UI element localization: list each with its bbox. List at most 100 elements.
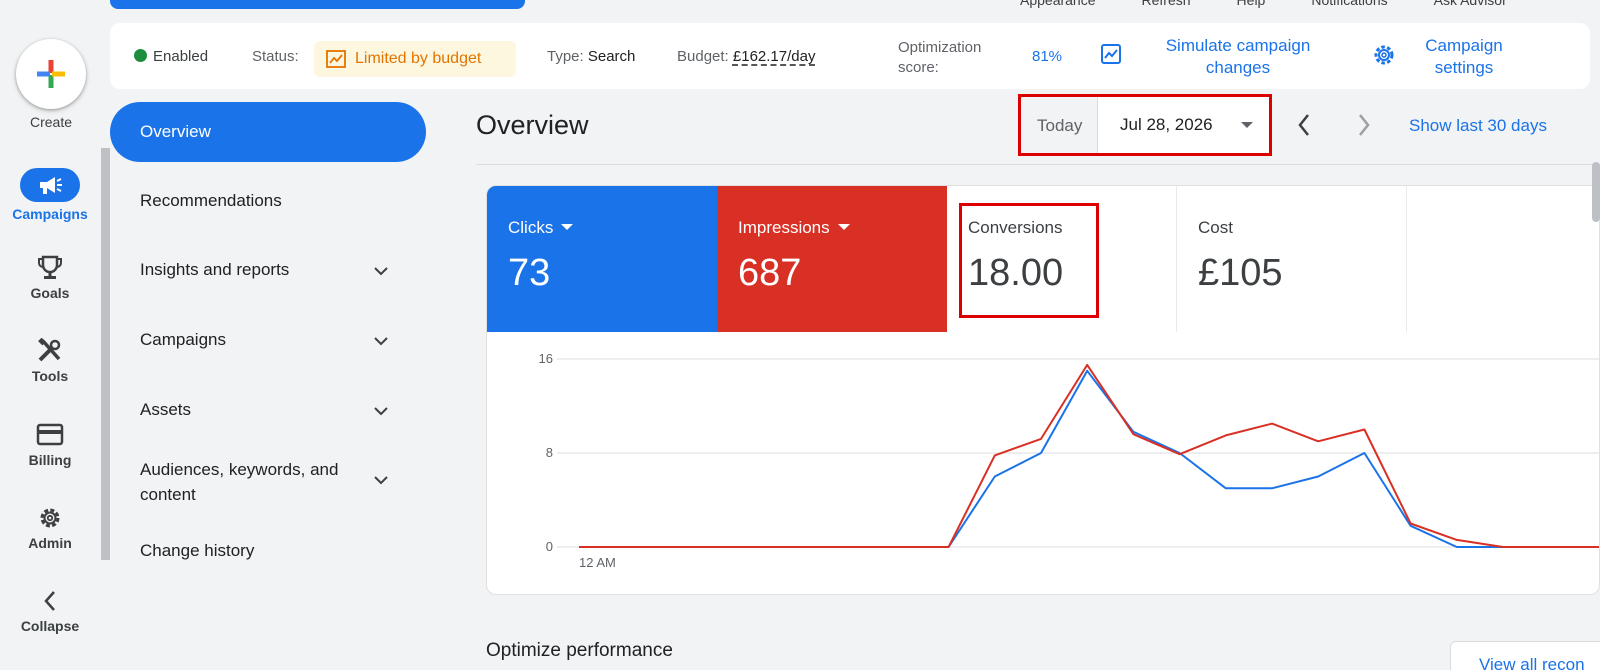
optimization-score-value[interactable]: 81%: [1032, 48, 1062, 65]
campaign-settings-link[interactable]: Campaign settings: [1414, 35, 1514, 79]
top-menu-appearance[interactable]: Appearance: [1020, 0, 1096, 8]
clicks-metric-tile[interactable]: Clicks 73: [487, 186, 717, 332]
top-menu: Appearance Refresh Help Notifications As…: [1020, 0, 1507, 8]
optimize-performance-heading: Optimize performance: [486, 640, 673, 661]
rail-campaigns-label: Campaigns: [12, 206, 88, 222]
show-last-30-days-link[interactable]: Show last 30 days: [1409, 116, 1547, 136]
conversions-highlight-box: [959, 203, 1099, 318]
settings-gear-icon: [1372, 43, 1396, 71]
rail-campaigns[interactable]: Campaigns: [0, 168, 100, 222]
enabled-label: Enabled: [153, 48, 209, 65]
budget-label: Budget:: [677, 48, 729, 65]
nav-insights-label: Insights and reports: [140, 260, 290, 279]
top-menu-refresh[interactable]: Refresh: [1142, 0, 1191, 8]
main-scrollbar[interactable]: [1592, 162, 1600, 222]
rail-goals[interactable]: Goals: [0, 255, 100, 301]
rail-scrollbar[interactable]: [101, 148, 110, 560]
settings-line1: Campaign: [1425, 36, 1503, 55]
nav-recommendations[interactable]: Recommendations: [110, 191, 426, 211]
limited-by-budget-label: Limited by budget: [355, 50, 482, 67]
create-label: Create: [29, 114, 73, 130]
dropdown-caret-icon: [1241, 122, 1253, 128]
limited-by-budget-badge[interactable]: Limited by budget: [314, 41, 516, 77]
rail-admin[interactable]: Admin: [0, 505, 100, 551]
type-value: Search: [587, 48, 636, 65]
opt-label-line1: Optimization: [898, 39, 982, 56]
type-field: Type: Search: [547, 48, 635, 65]
optimization-score-label: Optimization score:: [898, 38, 981, 78]
nav-insights-and-reports[interactable]: Insights and reports: [110, 260, 426, 280]
date-range-selector: Today Jul 28, 2026: [1018, 94, 1272, 156]
chevron-down-icon: [374, 337, 388, 346]
nav-campaigns[interactable]: Campaigns: [110, 330, 426, 350]
rail-tools[interactable]: Tools: [0, 338, 100, 384]
trend-chart-icon: [326, 50, 346, 68]
gear-icon: [40, 508, 60, 528]
simulate-icon: [1100, 43, 1122, 69]
view-all-recommendations-button[interactable]: View all recon: [1450, 641, 1600, 670]
rail-tools-label: Tools: [31, 368, 69, 384]
nav-audiences-keywords-content[interactable]: Audiences, keywords, and content: [110, 457, 426, 507]
rail-collapse-label: Collapse: [20, 618, 80, 634]
impressions-metric-tile[interactable]: Impressions 687: [717, 186, 947, 332]
impressions-label: Impressions: [738, 218, 830, 237]
impressions-series-line: [579, 363, 1599, 548]
header-divider: [476, 164, 1600, 165]
megaphone-icon: [20, 168, 80, 202]
rail-goals-label: Goals: [30, 285, 70, 301]
opt-label-line2: score:: [898, 59, 939, 76]
today-label: Today: [1037, 116, 1083, 135]
chevron-down-icon: [374, 267, 388, 276]
nav-campaigns-label: Campaigns: [140, 330, 226, 349]
clicks-series-line: [579, 369, 1599, 548]
next-period-icon[interactable]: [1354, 112, 1374, 138]
cost-metric-tile[interactable]: Cost £105: [1177, 186, 1407, 332]
nav-assets[interactable]: Assets: [110, 400, 426, 420]
x-tick-label: 12 AM: [579, 555, 616, 570]
top-menu-help[interactable]: Help: [1237, 0, 1266, 8]
type-label: Type:: [547, 48, 584, 65]
budget-field: Budget: £162.17/day: [677, 48, 815, 65]
previous-period-icon[interactable]: [1294, 112, 1314, 138]
nav-change-history[interactable]: Change history: [110, 541, 426, 561]
top-menu-notifications[interactable]: Notifications: [1311, 0, 1387, 8]
top-menu-advisor[interactable]: Ask Advisor: [1434, 0, 1507, 8]
page-title: Overview: [476, 110, 589, 140]
create-button[interactable]: [16, 39, 86, 109]
chevron-down-icon: [374, 407, 388, 416]
simulate-line2: changes: [1205, 58, 1271, 77]
budget-value[interactable]: £162.17/day: [733, 48, 816, 65]
rail-billing[interactable]: Billing: [0, 422, 100, 468]
simulate-campaign-link[interactable]: Simulate campaign changes: [1158, 35, 1318, 79]
campaign-status-bar: Enabled Status: Limited by budget Type: …: [110, 23, 1590, 89]
line-chart: 16 8 0 12 AM: [539, 351, 1599, 570]
credit-card-icon: [36, 423, 64, 446]
clicks-label: Clicks: [508, 218, 554, 237]
chevron-left-icon: [44, 591, 55, 611]
impressions-value: 687: [738, 252, 802, 294]
nav-assets-label: Assets: [140, 400, 192, 419]
caret-down-icon: [561, 224, 574, 230]
clicks-value: 73: [508, 252, 551, 294]
enabled-dot-icon: [134, 49, 147, 62]
date-value: Jul 28, 2026: [1120, 115, 1213, 134]
cost-label: Cost: [1198, 218, 1233, 237]
plus-icon: [37, 60, 65, 88]
rail-collapse[interactable]: Collapse: [0, 588, 100, 634]
y-tick-label: 16: [539, 351, 553, 366]
simulate-line1: Simulate campaign: [1165, 36, 1311, 55]
tools-icon: [38, 338, 61, 362]
status-label: Status:: [252, 48, 299, 65]
trophy-icon: [38, 255, 62, 279]
date-dropdown[interactable]: Jul 28, 2026: [1097, 97, 1269, 153]
y-tick-label: 8: [546, 445, 553, 460]
settings-line2: settings: [1434, 58, 1494, 77]
rail-admin-label: Admin: [28, 535, 72, 551]
rail-billing-label: Billing: [28, 452, 72, 468]
nav-overview[interactable]: Overview: [110, 102, 426, 162]
enabled-status: Enabled: [134, 48, 208, 65]
y-tick-label: 0: [546, 539, 553, 554]
cost-value: £105: [1198, 252, 1283, 294]
left-rail: Create Campaigns Goals Tools Billing Adm…: [0, 0, 100, 670]
top-blue-bar: [110, 0, 525, 9]
